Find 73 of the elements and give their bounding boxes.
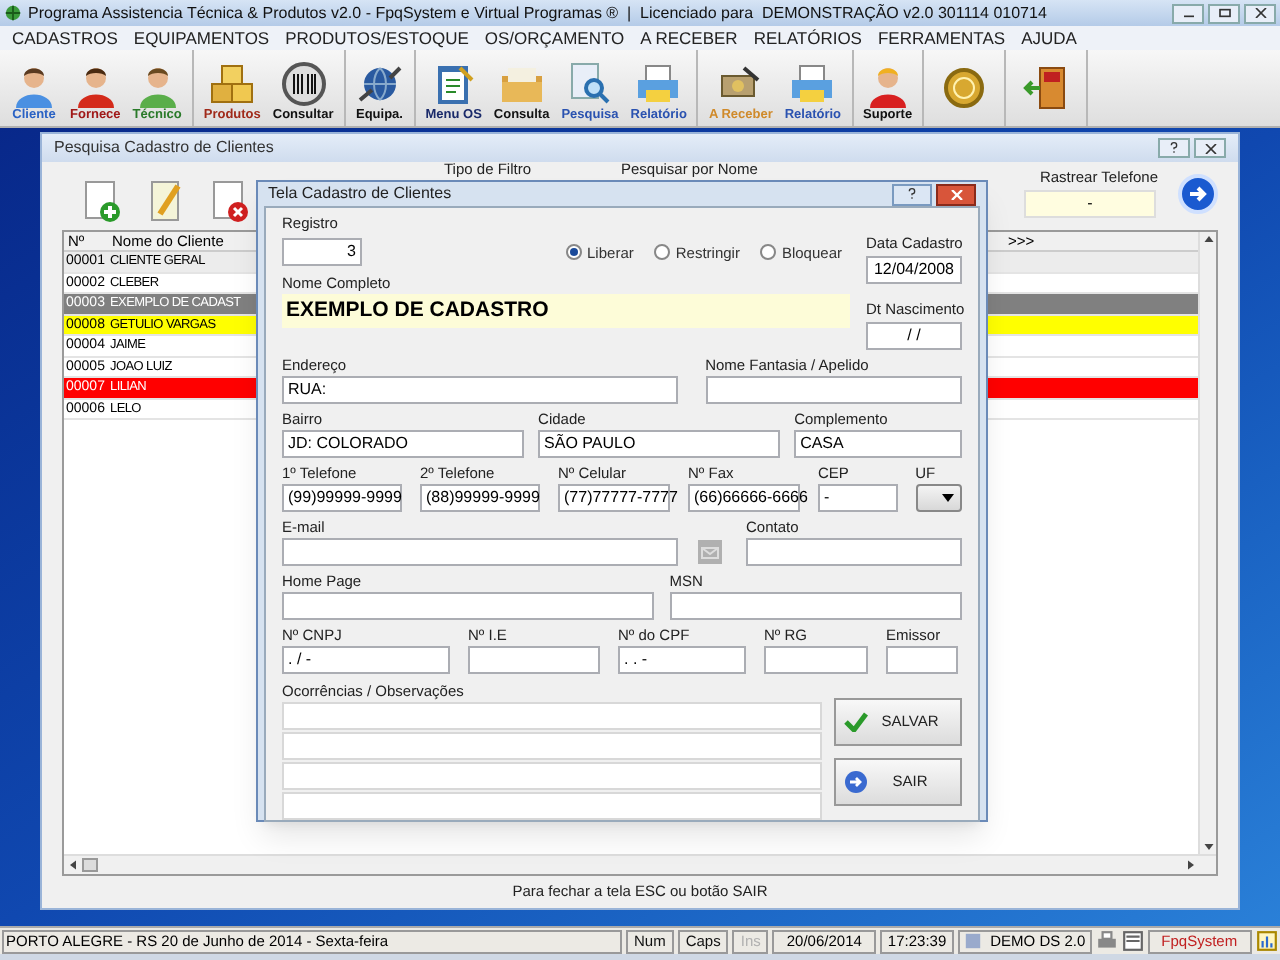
menu-item[interactable]: PRODUTOS/ESTOQUE	[277, 26, 477, 50]
arrow-right-icon	[1188, 184, 1208, 204]
printer-icon	[788, 60, 837, 108]
date-field[interactable]: / /	[866, 322, 962, 350]
input-field[interactable]: (99)99999-9999	[282, 484, 402, 512]
input-field[interactable]	[764, 646, 868, 674]
scroll-down-icon	[1203, 844, 1213, 850]
help-button[interactable]	[1158, 138, 1190, 158]
search-icon	[565, 60, 614, 108]
menu-item[interactable]: A RECEBER	[632, 26, 746, 50]
input-field[interactable]: CASA	[794, 430, 962, 458]
maximize-icon	[1217, 8, 1231, 18]
input-field[interactable]	[746, 538, 962, 566]
printer-icon[interactable]	[1095, 930, 1118, 952]
input-field[interactable]: (88)99999-9999	[420, 484, 540, 512]
input-field[interactable]: RUA:	[282, 376, 678, 404]
dropdown[interactable]	[915, 484, 962, 512]
radio-button[interactable]	[565, 244, 582, 261]
help-icon	[908, 188, 916, 200]
input-field[interactable]: SÃO PAULO	[538, 430, 781, 458]
close-button[interactable]	[1244, 3, 1276, 23]
input-field[interactable]: JD: COLORADO	[282, 430, 525, 458]
close-icon	[1203, 143, 1217, 153]
input-field[interactable]	[669, 592, 962, 620]
door-icon	[1022, 64, 1071, 112]
menu-item[interactable]: EQUIPAMENTOS	[125, 26, 278, 50]
dropdown-arrow-icon	[942, 494, 954, 502]
dialog-title: Tela Cadastro de Clientes	[268, 182, 452, 206]
menu-item[interactable]: AJUDA	[1013, 26, 1085, 50]
window-title: Programa Assistencia Técnica & Produtos v2.0 - FpqSystem e Virtual Programas ® | Licenciado para DEMONSTRAÇÃO v2.0 301114 010714	[28, 1, 1047, 25]
name-field[interactable]: EXEMPLO DE CADASTRO	[282, 294, 850, 328]
coin-icon	[940, 64, 989, 112]
menu-item[interactable]: CADASTROS	[4, 26, 126, 50]
window-icon[interactable]	[1121, 930, 1144, 952]
date-field[interactable]: 12/04/2008	[866, 256, 962, 284]
envelope-icon[interactable]	[698, 540, 722, 564]
input-field[interactable]: . . -	[618, 646, 746, 674]
scroll-up-icon	[1203, 236, 1213, 242]
window-title: Pesquisa Cadastro de Clientes	[54, 136, 274, 160]
barcode-icon	[279, 60, 328, 108]
input-field[interactable]	[282, 592, 654, 620]
menu-item[interactable]: RELATÓRIOS	[745, 26, 870, 50]
input-field[interactable]	[468, 646, 600, 674]
close-button[interactable]	[1194, 138, 1226, 158]
scroll-right-icon	[1188, 860, 1194, 870]
scroll-thumb[interactable]	[82, 858, 98, 872]
maximize-button[interactable]	[1208, 3, 1240, 23]
input-field[interactable]	[282, 538, 678, 566]
arrow-circle-icon	[844, 770, 868, 794]
checkmark-icon	[844, 712, 868, 732]
phone-search-field[interactable]: -	[1023, 190, 1156, 219]
go-button[interactable]	[1178, 174, 1218, 214]
boxes-icon	[208, 60, 257, 108]
input-field[interactable]: -	[818, 484, 898, 512]
menu-item[interactable]: FERRAMENTAS	[869, 26, 1014, 50]
menu-item[interactable]: OS/ORÇAMENTO	[476, 26, 633, 50]
scroll-left-icon	[70, 860, 76, 870]
close-icon	[1253, 8, 1267, 18]
input-field[interactable]	[886, 646, 958, 674]
document-icon	[964, 932, 983, 950]
chart-icon[interactable]	[1255, 930, 1278, 952]
printer-icon	[634, 60, 683, 108]
close-button[interactable]	[936, 183, 976, 205]
registro-field[interactable]: 3	[282, 238, 362, 266]
radio-button[interactable]	[653, 244, 670, 261]
close-icon	[949, 189, 963, 199]
help-icon	[1170, 142, 1178, 154]
app-icon	[4, 4, 22, 22]
input-field[interactable]	[705, 376, 962, 404]
input-field[interactable]: . / -	[282, 646, 450, 674]
vertical-scrollbar[interactable]	[1198, 232, 1216, 854]
radio-button[interactable]	[759, 244, 776, 261]
horizontal-scrollbar[interactable]	[64, 854, 1216, 874]
